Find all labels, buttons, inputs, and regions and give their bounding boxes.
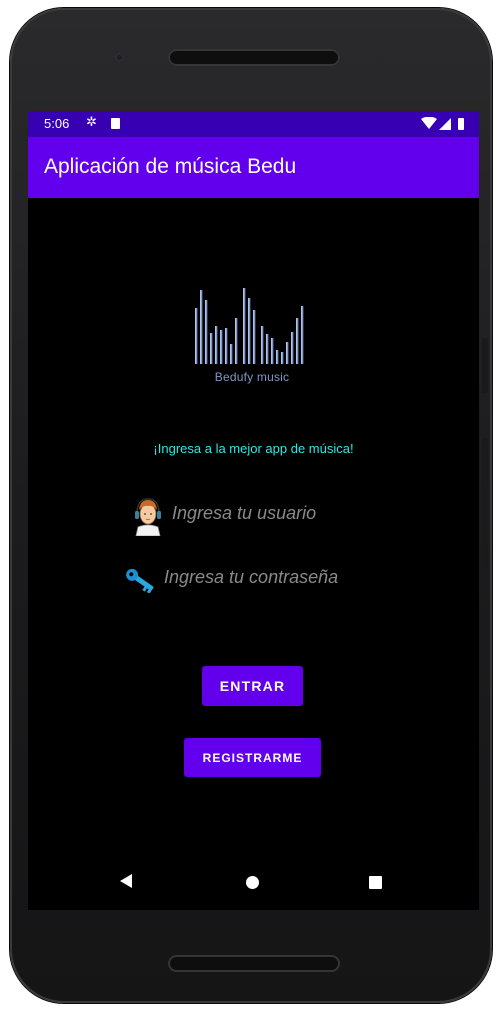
front-camera	[115, 53, 124, 62]
power-button	[482, 438, 488, 568]
key-icon	[126, 569, 154, 593]
user-avatar-icon	[135, 498, 161, 536]
password-input[interactable]	[164, 560, 414, 594]
home-icon[interactable]	[246, 876, 259, 889]
sd-card-icon	[111, 118, 120, 129]
recents-icon[interactable]	[369, 876, 382, 889]
app-bar: Aplicación de música Bedu	[28, 137, 479, 198]
username-input[interactable]	[172, 496, 382, 530]
bedufy-logo: Bedufy music	[191, 288, 313, 384]
status-bar: 5:06 ✲	[28, 111, 479, 137]
gear-icon: ✲	[86, 114, 97, 129]
logo-text: Bedufy music	[214, 370, 290, 384]
status-icons	[421, 117, 465, 131]
top-speaker	[168, 49, 340, 66]
status-time: 5:06	[44, 116, 70, 131]
battery-icon	[458, 118, 464, 130]
volume-button	[482, 338, 488, 393]
back-icon[interactable]	[120, 874, 132, 888]
signal-icon	[439, 118, 451, 130]
wifi-icon	[421, 117, 437, 129]
tagline: ¡Ingresa a la mejor app de música!	[153, 441, 354, 456]
bottom-speaker	[168, 955, 340, 972]
nav-bar	[28, 851, 479, 910]
password-field[interactable]	[123, 560, 423, 600]
register-button[interactable]: REGISTRARME	[184, 738, 321, 777]
username-field[interactable]	[131, 496, 391, 536]
enter-button[interactable]: ENTRAR	[202, 666, 303, 706]
app-title: Aplicación de música Bedu	[44, 155, 297, 178]
screen: 5:06 ✲ Aplicación de música Bedu Bedufy …	[28, 111, 479, 910]
